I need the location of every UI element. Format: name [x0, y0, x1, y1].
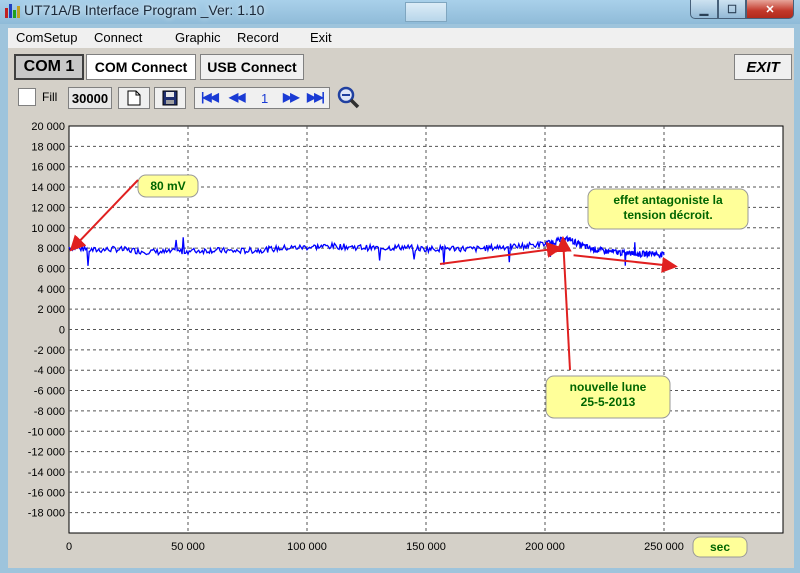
minimize-button[interactable]: ▁ [690, 0, 718, 19]
fill-label: Fill [42, 90, 58, 104]
annotation-nouvelle-lune-text: nouvelle lune [570, 380, 647, 394]
y-tick-label: -10 000 [28, 426, 65, 438]
page-number: 1 [261, 91, 269, 106]
y-tick-label: 12 000 [31, 202, 65, 214]
minimize-icon: ▁ [699, 3, 709, 16]
usb-connect-button[interactable]: USB Connect [200, 54, 304, 80]
voltage-chart: 20 000 18 000 16 000 14 000 12 000 10 000 8 00… [28, 121, 784, 558]
y-tick-label: 2 000 [37, 304, 65, 316]
first-page-icon[interactable]: |◀◀ [201, 90, 219, 104]
x-tick-label: 100 000 [287, 541, 327, 553]
new-file-icon [127, 90, 141, 106]
y-tick-label: -6 000 [34, 386, 65, 398]
y-tick-label: 10 000 [31, 223, 65, 235]
x-tick-label: 200 000 [525, 541, 565, 553]
y-tick-label: -12 000 [28, 447, 65, 459]
page-navigator: |◀◀ ◀◀ 1 ▶▶ ▶▶| [194, 87, 330, 109]
fill-checkbox[interactable] [18, 88, 36, 106]
new-file-button[interactable] [118, 87, 150, 109]
com-port-button[interactable]: COM 1 [14, 54, 84, 80]
menu-record[interactable]: Record [237, 30, 279, 45]
app-icon [5, 4, 21, 18]
y-tick-label: -16 000 [28, 487, 65, 499]
annotation-80mv-text: 80 mV [150, 179, 185, 193]
y-tick-label: 4 000 [37, 284, 65, 296]
close-icon: ✕ [765, 3, 775, 16]
menu-comsetup[interactable]: ComSetup [16, 30, 77, 45]
menu-connect[interactable]: Connect [94, 30, 142, 45]
y-tick-label: 6 000 [37, 263, 65, 275]
title-bar: UT71A/B Interface Program _Ver: 1.10 ▁ ☐… [0, 0, 800, 24]
connection-toolbar: COM 1 COM Connect USB Connect EXIT [8, 50, 794, 82]
y-tick-label: -2 000 [34, 345, 65, 357]
y-tick-label: -4 000 [34, 365, 65, 377]
y-tick-label: -18 000 [28, 508, 65, 520]
y-tick-label: 20 000 [31, 121, 65, 133]
y-tick-label: 8 000 [37, 243, 65, 255]
last-page-icon[interactable]: ▶▶| [307, 90, 325, 104]
sample-count-field[interactable]: 30000 [68, 87, 112, 109]
menu-exit[interactable]: Exit [310, 30, 332, 45]
title-bar-glass [405, 2, 447, 22]
previous-page-icon[interactable]: ◀◀ [229, 90, 246, 104]
menu-bar: ComSetup Connect Graphic Record Exit [8, 28, 794, 48]
chart-frame: 20 000 18 000 16 000 14 000 12 000 10 000 8 00… [10, 112, 794, 568]
x-tick-label: 0 [66, 541, 72, 553]
y-tick-label: 14 000 [31, 182, 65, 194]
maximize-icon: ☐ [727, 3, 737, 16]
menu-graphic[interactable]: Graphic [175, 30, 221, 45]
annotation-nouvelle-lune-text: 25-5-2013 [581, 395, 636, 409]
x-tick-label: 250 000 [644, 541, 684, 553]
y-tick-label: 18 000 [31, 141, 65, 153]
maximize-button[interactable]: ☐ [718, 0, 746, 19]
annotation-effet-text: tension décroit. [623, 208, 712, 222]
close-button[interactable]: ✕ [746, 0, 794, 19]
zoom-icon[interactable] [336, 86, 360, 110]
x-axis-label: sec [710, 540, 730, 554]
x-tick-label: 150 000 [406, 541, 446, 553]
exit-button[interactable]: EXIT [734, 54, 792, 80]
next-page-icon[interactable]: ▶▶ [283, 90, 300, 104]
y-tick-label: -14 000 [28, 467, 65, 479]
x-tick-label: 50 000 [171, 541, 205, 553]
y-tick-label: 0 [59, 325, 65, 337]
annotation-effet-text: effet antagoniste la [613, 193, 723, 207]
save-icon [162, 90, 178, 106]
y-tick-label: -8 000 [34, 406, 65, 418]
graph-toolbar: Fill 30000 |◀◀ ◀◀ 1 ▶▶ ▶▶| [8, 84, 794, 112]
com-connect-button[interactable]: COM Connect [86, 54, 196, 80]
save-button[interactable] [154, 87, 186, 109]
y-tick-label: 16 000 [31, 162, 65, 174]
window-title: UT71A/B Interface Program _Ver: 1.10 [24, 2, 265, 18]
